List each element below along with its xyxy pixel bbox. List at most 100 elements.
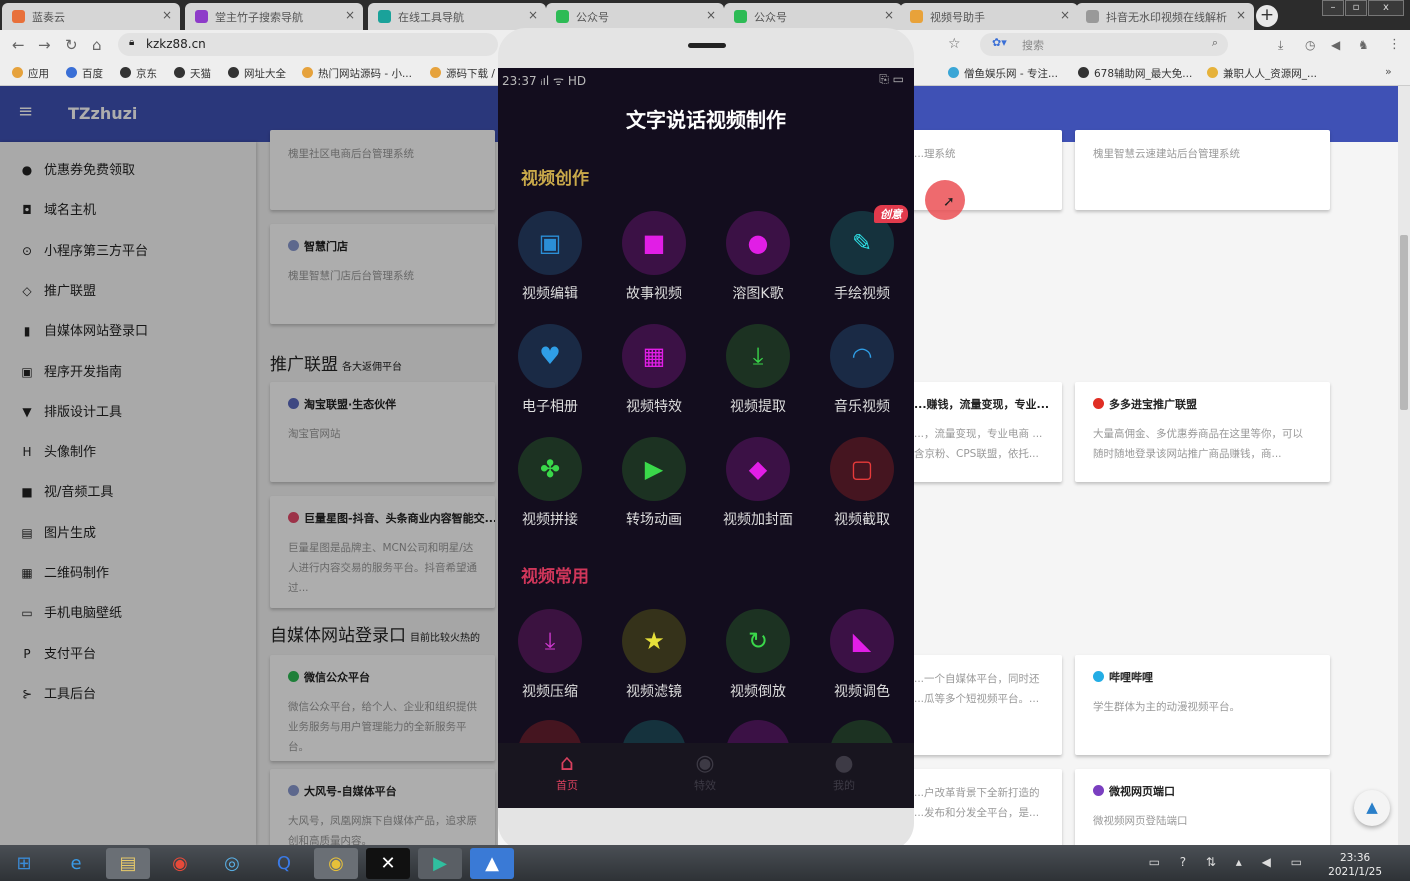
bookmark-item[interactable]: 678辅助网_最大免... <box>1078 66 1192 81</box>
app-tool-button[interactable]: ▶ 转场动画 <box>604 437 704 529</box>
app-nav-label: 我的 <box>833 779 855 792</box>
home-icon[interactable]: ⌂ <box>92 36 102 54</box>
bookmark-item[interactable]: 百度 <box>66 66 103 81</box>
bookmark-icon <box>948 67 959 78</box>
app-nav-tab[interactable]: ◉ 特效 <box>665 751 745 793</box>
app-tool-icon: ◆ <box>748 455 768 483</box>
app-tool-button[interactable]: ▣ 视频编辑 <box>500 211 600 303</box>
app-tool-button[interactable]: ✎ 创意 手绘视频 <box>812 205 912 303</box>
history-icon[interactable]: ◷ <box>1305 38 1315 52</box>
close-window-button[interactable]: x <box>1368 0 1404 16</box>
incognito-icon[interactable]: ♞ <box>1358 38 1369 52</box>
system-tray[interactable]: ▭ ? ⇅ ▴ ◀ ▭ <box>1149 855 1310 869</box>
clock[interactable]: 23:36 2021/1/25 <box>1328 851 1382 879</box>
browser-tab[interactable]: 在线工具导航 × <box>368 3 546 30</box>
scrollbar-thumb[interactable] <box>1400 235 1408 410</box>
taskbar-capcut-icon[interactable]: ✕ <box>366 848 410 879</box>
browser-tab[interactable]: 抖音无水印视频在线解析 × <box>1076 3 1254 30</box>
app-tool-icon-circle: ✤ <box>518 437 582 501</box>
app-nav-tab[interactable]: ⌂ 首页 <box>527 751 607 793</box>
browser-tab[interactable]: 蓝奏云 × <box>2 3 180 30</box>
site-card[interactable]: 哔哩哔哩 学生群体为主的动漫视频平台。 <box>1075 655 1330 755</box>
tab-title: 蓝奏云 <box>32 11 65 24</box>
bookmark-star-icon[interactable]: ☆ <box>948 36 961 52</box>
site-card[interactable]: 槐里智慧云速建站后台管理系统 <box>1075 130 1330 210</box>
windows-taskbar: ▭ ? ⇅ ▴ ◀ ▭ 23:36 2021/1/25 ⊞ e ▤ ◉ ◎ Q ◉ ✕ ▶ ▲ <box>0 845 1410 881</box>
taskbar-chrome-alt-icon[interactable]: ◉ <box>314 848 358 879</box>
tab-close-icon[interactable]: × <box>162 8 172 22</box>
url-text: kzkz88.cn <box>146 37 206 51</box>
app-tool-button[interactable]: ■ 故事视频 <box>604 211 704 303</box>
bookmark-item[interactable]: 京东 <box>120 66 157 81</box>
more-bookmarks[interactable]: » <box>1385 65 1392 78</box>
app-tool-button[interactable]: ⤓ 视频压缩 <box>500 609 600 701</box>
download-icon[interactable]: ⤓ <box>1278 38 1283 53</box>
bookmark-icon <box>1078 67 1089 78</box>
app-tool-button[interactable]: ⤓ 视频提取 <box>708 324 808 416</box>
card-description: 大量高佣金、多优惠券商品在这里等你，可以随时随地登录该网站推广商品赚钱，商... <box>1093 428 1303 460</box>
tab-close-icon[interactable]: × <box>345 8 355 22</box>
app-title: 文字说话视频制作 <box>626 108 786 132</box>
browser-tab[interactable]: 公众号 × <box>724 3 902 30</box>
app-tool-button[interactable]: ▢ 视频截取 <box>812 437 912 529</box>
app-tool-button[interactable]: ✤ 视频拼接 <box>500 437 600 529</box>
forward-icon[interactable]: → <box>38 36 51 54</box>
search-input[interactable]: ✿▾ 搜索 ⌕ <box>980 33 1228 56</box>
taskbar-qq-browser-icon[interactable]: Q <box>262 848 306 879</box>
app-tool-button[interactable]: ◣ 视频调色 <box>812 609 912 701</box>
taskbar-chrome-icon[interactable]: ◉ <box>158 848 202 879</box>
phone-status-left: 23:37 ᵢıl ᯤ HD <box>502 72 586 89</box>
taskbar-baidu-netdisk-icon[interactable]: ◎ <box>210 848 254 879</box>
minimize-button[interactable]: – <box>1322 0 1344 16</box>
bookmark-item[interactable]: 网址大全 <box>228 66 286 81</box>
taskbar-app-icon[interactable]: ▲ <box>470 848 514 879</box>
reload-icon[interactable]: ↻ <box>65 36 78 54</box>
app-tool-button[interactable]: ◆ 视频加封面 <box>708 437 808 529</box>
bookmark-item[interactable]: 应用 <box>12 66 49 81</box>
bookmark-item[interactable]: 源码下载 / <box>430 66 495 81</box>
address-bar[interactable]: 🔒︎ kzkz88.cn <box>118 33 498 56</box>
bookmark-item[interactable]: 僧鱼娱乐网 - 专注... <box>948 66 1058 81</box>
site-card[interactable]: 多多进宝推广联盟 大量高佣金、多优惠券商品在这里等你，可以随时随地登录该网站推广商… <box>1075 382 1330 482</box>
card-description: ...，流量变现，专业电商 ...含京粉、CPS联盟，依托... <box>914 428 1043 460</box>
menu-icon[interactable]: ⋮ <box>1388 37 1401 52</box>
baidu-paw-icon[interactable]: ✿▾ <box>992 36 1007 49</box>
app-tool-icon: ◣ <box>852 627 872 655</box>
taskbar-ie-icon[interactable]: e <box>54 848 98 879</box>
bookmark-item[interactable]: 兼职人人_资源网_... <box>1207 66 1317 81</box>
app-tool-button[interactable]: ♥ 电子相册 <box>500 324 600 416</box>
sound-icon[interactable]: ◀ <box>1331 38 1340 52</box>
taskbar-start-icon[interactable]: ⊞ <box>2 848 46 879</box>
bookmark-icon <box>1207 67 1218 78</box>
back-icon[interactable]: ← <box>12 36 25 54</box>
tab-close-icon[interactable]: × <box>528 8 538 22</box>
browser-tab[interactable]: 堂主竹子搜索导航 × <box>185 3 363 30</box>
app-tool-label: 转场动画 <box>626 512 682 528</box>
tab-close-icon[interactable]: × <box>884 8 894 22</box>
new-tab-button[interactable]: + <box>1256 5 1278 27</box>
app-tool-button[interactable]: ● 溶图K歌 <box>708 211 808 303</box>
app-nav-tab[interactable]: ● 我的 <box>804 751 884 793</box>
app-tool-button[interactable]: ◠ 音乐视频 <box>812 324 912 416</box>
app-tool-button[interactable]: ↻ 视频倒放 <box>708 609 808 701</box>
app-tool-button[interactable]: ▦ 视频特效 <box>604 324 704 416</box>
card-title-text: 哔哩哔哩 <box>1109 671 1153 684</box>
maximize-button[interactable]: ▫ <box>1345 0 1367 16</box>
tab-close-icon[interactable]: × <box>706 8 716 22</box>
taskbar-filmora-icon[interactable]: ▶ <box>418 848 462 879</box>
app-tool-button[interactable]: ★ 视频滤镜 <box>604 609 704 701</box>
bookmark-item[interactable]: 天猫 <box>174 66 211 81</box>
app-tool-icon-circle: ▢ <box>830 437 894 501</box>
browser-tab[interactable]: 视频号助手 × <box>900 3 1078 30</box>
lock-icon: 🔒︎ <box>129 37 135 48</box>
browser-tab[interactable]: 公众号 × <box>546 3 724 30</box>
taskbar-explorer-icon[interactable]: ▤ <box>106 848 150 879</box>
back-to-top-button[interactable]: ▲ <box>1354 790 1390 826</box>
scrollbar[interactable] <box>1398 86 1410 845</box>
bookmark-item[interactable]: 热门网站源码 - 小... <box>302 66 412 81</box>
tab-close-icon[interactable]: × <box>1236 8 1246 22</box>
search-icon[interactable]: ⌕ <box>1212 36 1218 50</box>
app-tool-icon-circle: ⤓ <box>518 609 582 673</box>
tab-favicon-icon <box>195 10 208 23</box>
tab-close-icon[interactable]: × <box>1060 8 1070 22</box>
